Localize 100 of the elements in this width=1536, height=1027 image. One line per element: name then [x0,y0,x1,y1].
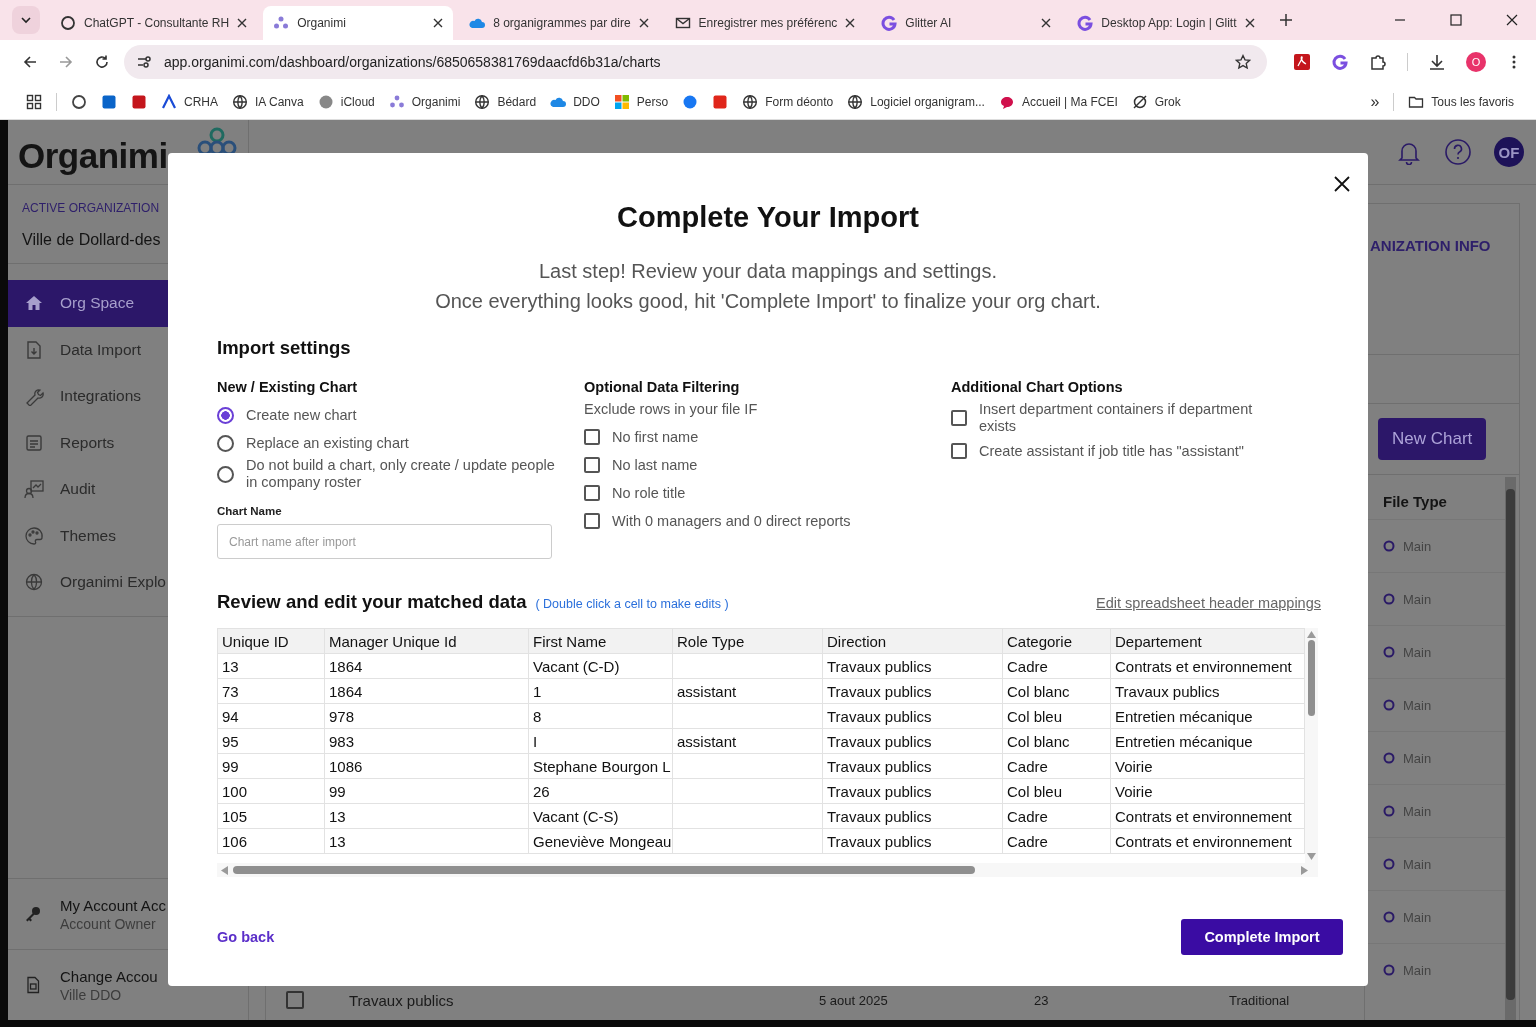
table-cell[interactable]: 13 [217,653,325,679]
table-cell[interactable]: assistant [672,728,823,754]
table-cell[interactable]: Entretien mécanique [1110,703,1305,729]
scrollbar-thumb[interactable] [1308,640,1315,716]
table-cell[interactable]: Vacant (C-S) [528,803,673,829]
table-cell[interactable]: 26 [528,778,673,804]
table-cell[interactable]: 1 [528,678,673,704]
close-icon[interactable] [433,18,444,28]
table-cell[interactable] [672,753,823,779]
checkbox[interactable] [584,513,600,529]
table-cell[interactable]: 100 [217,778,325,804]
complete-import-button[interactable]: Complete Import [1181,919,1343,955]
table-cell[interactable]: Travaux publics [822,803,1003,829]
table-cell[interactable]: Voirie [1110,778,1305,804]
download-icon[interactable] [1428,53,1446,71]
close-icon[interactable] [237,18,248,28]
table-cell[interactable] [672,828,823,854]
close-icon[interactable] [1506,14,1518,26]
bookmark-icon-button[interactable] [712,93,729,110]
scrollbar[interactable] [1505,477,1516,1020]
vertical-scrollbar[interactable] [1305,628,1318,863]
arrow-down-icon[interactable] [1307,853,1316,860]
bookmark-link[interactable]: Organimi [388,93,461,110]
site-settings-icon[interactable] [136,54,152,70]
checkbox[interactable] [584,457,600,473]
table-cell[interactable]: 73 [217,678,325,704]
table-cell[interactable]: Travaux publics [822,778,1003,804]
table-cell[interactable]: Cadre [1002,653,1111,679]
bookmark-link[interactable]: CRHA [161,93,218,110]
table-cell[interactable]: 95 [217,728,325,754]
arrow-right-icon[interactable] [1301,865,1308,875]
address-field[interactable]: app.organimi.com/dashboard/organizations/6850658381769daacfd6b31a/charts [124,45,1267,79]
table-cell[interactable]: Contrats et environnement [1110,828,1305,854]
chart-name-field[interactable]: Chart name after import [217,524,552,559]
close-icon[interactable] [638,18,649,28]
table-cell[interactable]: 983 [324,728,529,754]
table-cell[interactable]: Cadre [1002,753,1111,779]
table-cell[interactable]: 1864 [324,678,529,704]
bookmark-link[interactable]: Form déonto [742,93,834,110]
close-icon[interactable] [1244,18,1255,28]
edit-mappings-link[interactable]: Edit spreadsheet header mappings [1096,595,1321,611]
table-cell[interactable]: assistant [672,678,823,704]
table-cell[interactable]: Col blanc [1002,678,1111,704]
table-cell[interactable]: Travaux publics [822,653,1003,679]
checkbox[interactable] [584,485,600,501]
arc-icon[interactable] [1331,53,1349,71]
table-cell[interactable]: 99 [324,778,529,804]
browser-tab[interactable]: Enregistrer mes préférenc [664,6,866,40]
profile-avatar[interactable]: O [1466,52,1486,72]
reload-icon[interactable] [94,54,110,70]
checkbox[interactable] [951,410,967,426]
table-cell[interactable]: 978 [324,703,529,729]
checkbox[interactable] [951,443,967,459]
scrollbar-thumb[interactable] [1506,489,1515,1000]
checkbox-option[interactable]: With 0 managers and 0 direct reports [584,507,951,535]
table-cell[interactable]: Voirie [1110,753,1305,779]
table-cell[interactable]: 13 [324,803,529,829]
bookmark-icon-button[interactable] [131,93,147,110]
bookmark-link[interactable]: Bédard [474,93,537,110]
table-cell[interactable]: Travaux publics [822,728,1003,754]
table-cell[interactable]: Travaux publics [822,828,1003,854]
checkbox-option[interactable]: No last name [584,451,951,479]
table-cell[interactable]: 106 [217,828,325,854]
table-cell[interactable]: 105 [217,803,325,829]
table-cell[interactable]: Col bleu [1002,703,1111,729]
table-cell[interactable]: Cadre [1002,828,1111,854]
bookmark-link[interactable]: IA Canva [232,93,304,110]
radio-button[interactable] [217,434,234,452]
bookmark-link[interactable]: Accueil | Ma FCEI [998,93,1118,110]
table-cell[interactable]: Travaux publics [822,753,1003,779]
close-icon[interactable] [1334,176,1350,192]
maximize-icon[interactable] [1450,14,1462,26]
table-cell[interactable]: I [528,728,673,754]
pdf-icon[interactable] [1293,53,1311,71]
table-cell[interactable]: Stephane Bourgon L [528,753,673,779]
browser-tab[interactable]: ChatGPT - Consultante RH [50,6,258,40]
more-bookmarks-button[interactable]: » [1370,92,1380,111]
checkbox-option[interactable]: Create assistant if job title has "assistant" [951,437,1318,465]
close-icon[interactable] [845,18,856,28]
back-icon[interactable] [22,54,38,70]
bookmark-link[interactable]: Perso [613,93,669,110]
arrow-left-icon[interactable] [221,865,228,875]
table-cell[interactable] [672,803,823,829]
new-tab-icon[interactable] [1278,13,1293,27]
all-bookmarks-link[interactable]: Tous les favoris [1408,93,1514,110]
radio-button[interactable] [217,465,234,483]
table-cell[interactable]: Travaux publics [822,678,1003,704]
checkbox[interactable] [584,429,600,445]
help-icon[interactable] [1444,138,1472,166]
row-checkbox[interactable] [286,991,304,1009]
table-cell[interactable]: Vacant (C-D) [528,653,673,679]
browser-tab[interactable]: Glitter AI [871,6,1062,40]
checkbox-option[interactable]: Insert department containers if department exists [951,401,1318,435]
table-cell[interactable] [672,653,823,679]
table-cell[interactable]: 99 [217,753,325,779]
table-cell[interactable]: Geneviève Mongeau [528,828,673,854]
arrow-up-icon[interactable] [1307,631,1316,638]
user-avatar[interactable]: OF [1494,137,1524,167]
puzzle-icon[interactable] [1369,53,1387,71]
forward-icon[interactable] [58,54,74,70]
